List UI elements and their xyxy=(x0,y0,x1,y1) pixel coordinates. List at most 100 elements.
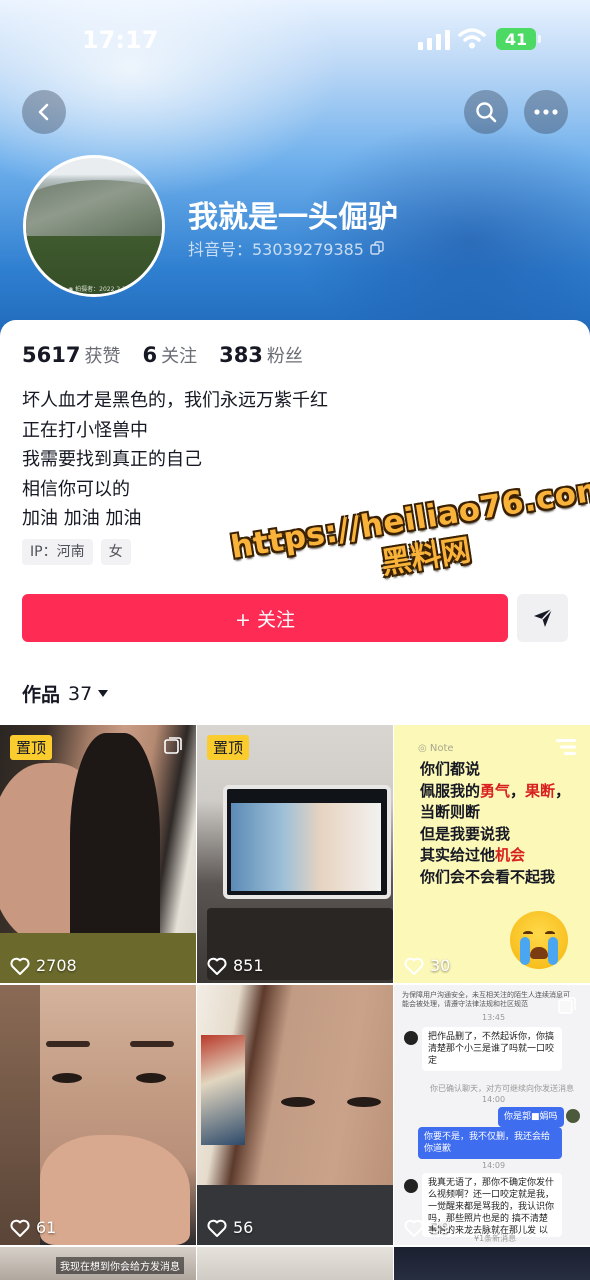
bio-line: 相信你可以的 xyxy=(22,478,130,500)
stat-label: 关注 xyxy=(161,346,198,367)
heart-icon xyxy=(207,957,227,975)
pinned-badge: 置顶 xyxy=(207,735,250,760)
bio-line: 坏人血才是黑色的，我们永远万紫千红 xyxy=(22,390,328,411)
video-thumbnail xyxy=(0,985,196,1245)
search-icon xyxy=(476,102,497,123)
stat-value: 6 xyxy=(142,343,158,367)
pinned-badge: 置顶 xyxy=(10,735,53,760)
stat-followers[interactable]: 383 粉丝 xyxy=(219,342,303,368)
like-count: 2708 xyxy=(10,956,77,975)
works-label: 作品 xyxy=(22,684,61,706)
video-thumbnail xyxy=(197,985,393,1245)
multi-image-icon xyxy=(558,997,576,1014)
video-thumbnail: 我现在想到你会给方发消息 xyxy=(0,1247,196,1280)
heart-icon xyxy=(404,957,424,975)
note-highlight: 机会 xyxy=(495,846,526,864)
avatar-caption: ◉ 拍摄者：2022.2.12 xyxy=(68,286,130,293)
stat-value: 5617 xyxy=(22,343,81,367)
caret-down-icon xyxy=(98,690,109,697)
tag-gender: 女 xyxy=(100,539,131,565)
note-line: 你们会不会看不起我 xyxy=(420,867,556,886)
wifi-icon xyxy=(458,28,486,49)
battery-icon: 41 xyxy=(496,28,541,50)
video-grid: 置顶 2708 置顶 851 ◎ Note 你们都说 佩服我的勇气，果断， 当断… xyxy=(0,723,590,1280)
note-text: 你们都说 佩服我的勇气，果断， 当断则断 但是我要说我 其实给过他机会 你们会不… xyxy=(420,759,570,888)
video-tile[interactable]: 置顶 2708 xyxy=(0,723,196,983)
like-number: 851 xyxy=(233,956,264,975)
profile-tags: IP：河南 女 xyxy=(22,539,139,565)
chat-time: 14:00 xyxy=(482,1095,506,1104)
send-message-button[interactable] xyxy=(517,594,568,642)
note-line: 但是我要说我 xyxy=(420,824,511,843)
avatar-mountain xyxy=(26,180,162,240)
chat-time: 14:09 xyxy=(482,1161,506,1170)
stats-row: 5617 获赞 6 关注 383 粉丝 xyxy=(22,342,325,368)
more-dots-icon xyxy=(534,109,558,115)
video-tile[interactable]: 56 xyxy=(197,985,393,1245)
video-tile[interactable]: 我现在想到你会给方发消息 xyxy=(0,1247,196,1280)
video-thumbnail xyxy=(0,723,196,983)
profile-card: 5617 获赞 6 关注 383 粉丝 坏人血才是黑色的，我们永远万紫千红 正在… xyxy=(0,320,590,725)
note-line: 你们都说 xyxy=(420,760,481,778)
like-number: 30 xyxy=(430,956,451,975)
bio-line: 我需要找到真正的自己 xyxy=(22,449,202,470)
stat-following[interactable]: 6 关注 xyxy=(142,342,197,368)
douyin-id: 抖音号：53039279385 xyxy=(188,240,364,259)
status-time: 17:17 xyxy=(82,26,159,54)
chat-message-in: 把作品删了，不然起诉你，你搞清楚那个小三是谁了吗就一口咬定 xyxy=(422,1027,562,1071)
video-tile[interactable]: ◎ Note 你们都说 佩服我的勇气，果断， 当断则断 但是我要说我 其实给过他… xyxy=(394,723,590,983)
thumbnail-caption: 我现在想到你会给方发消息 xyxy=(56,1257,184,1274)
note-highlight: 果断 xyxy=(525,781,556,800)
like-count: 39 xyxy=(404,1218,450,1237)
note-line: 当断则断 xyxy=(420,803,481,821)
stat-value: 383 xyxy=(219,343,263,367)
profile-header: 17:17 41 ◉ 拍摄者：2022.2.12 我就是一头倔驴 抖音号：530… xyxy=(0,0,590,360)
video-tile[interactable]: 置顶 851 xyxy=(197,723,393,983)
chat-message-out: 你是郭■娟吗 xyxy=(498,1107,564,1127)
battery-level: 41 xyxy=(504,29,528,49)
note-line: 其实给过他机会 xyxy=(420,846,526,864)
like-number: 61 xyxy=(36,1218,57,1237)
copy-icon[interactable] xyxy=(370,241,384,255)
back-button[interactable] xyxy=(22,90,66,134)
note-label: ◎ Note xyxy=(418,743,454,754)
video-tile[interactable] xyxy=(394,1247,590,1280)
chat-message-out: 你要不是，我不仅删，我还会给你道歉 xyxy=(418,1127,562,1159)
stat-likes[interactable]: 5617 获赞 xyxy=(22,342,120,368)
bio: 坏人血才是黑色的，我们永远万紫千红 正在打小怪兽中 我需要找到真正的自己 相信你… xyxy=(22,386,328,534)
chat-notice: 为保障用户沟通安全，未互相关注的陌生人连续消息可能会被处理，请遵守法律法规和社区… xyxy=(402,991,570,1008)
works-count: 37 xyxy=(68,682,93,705)
like-count: 30 xyxy=(404,956,450,975)
video-tile[interactable] xyxy=(197,1247,393,1280)
nickname: 我就是一头倔驴 xyxy=(188,200,398,235)
video-tile[interactable]: 为保障用户沟通安全，未互相关注的陌生人连续消息可能会被处理，请遵守法律法规和社区… xyxy=(394,985,590,1245)
avatar[interactable]: ◉ 拍摄者：2022.2.12 xyxy=(23,155,165,297)
like-count: 56 xyxy=(207,1218,253,1237)
chat-time: 13:45 xyxy=(482,1013,506,1022)
douyin-id-row[interactable]: 抖音号：53039279385 xyxy=(188,236,384,260)
note-highlight: 勇气 xyxy=(480,781,511,800)
stat-label: 粉丝 xyxy=(266,346,303,367)
heart-icon xyxy=(404,1219,424,1237)
chat-system-message: 你已确认聊天，对方可继续向你发送消息 xyxy=(430,1084,574,1093)
more-button[interactable] xyxy=(524,90,568,134)
signal-icon xyxy=(418,30,450,50)
video-thumbnail xyxy=(394,1247,590,1280)
like-count: 851 xyxy=(207,956,264,975)
chevron-left-icon xyxy=(38,103,49,121)
heart-icon xyxy=(10,1219,30,1237)
bio-line: 正在打小怪兽中 xyxy=(22,419,148,441)
like-number: 56 xyxy=(233,1218,254,1237)
heart-icon xyxy=(10,957,30,975)
crying-face-icon xyxy=(510,911,568,969)
works-tab[interactable]: 作品 37 xyxy=(22,680,109,707)
video-tile[interactable]: 61 xyxy=(0,985,196,1245)
send-icon xyxy=(533,608,553,627)
status-bar: 17:17 41 xyxy=(0,0,590,80)
heart-icon xyxy=(207,1219,227,1237)
search-button[interactable] xyxy=(464,90,508,134)
video-thumbnail xyxy=(197,723,393,983)
note-line: 佩服我的勇气，果断， xyxy=(420,781,571,800)
like-count: 61 xyxy=(10,1218,56,1237)
tag-ip-location: IP：河南 xyxy=(22,539,93,565)
